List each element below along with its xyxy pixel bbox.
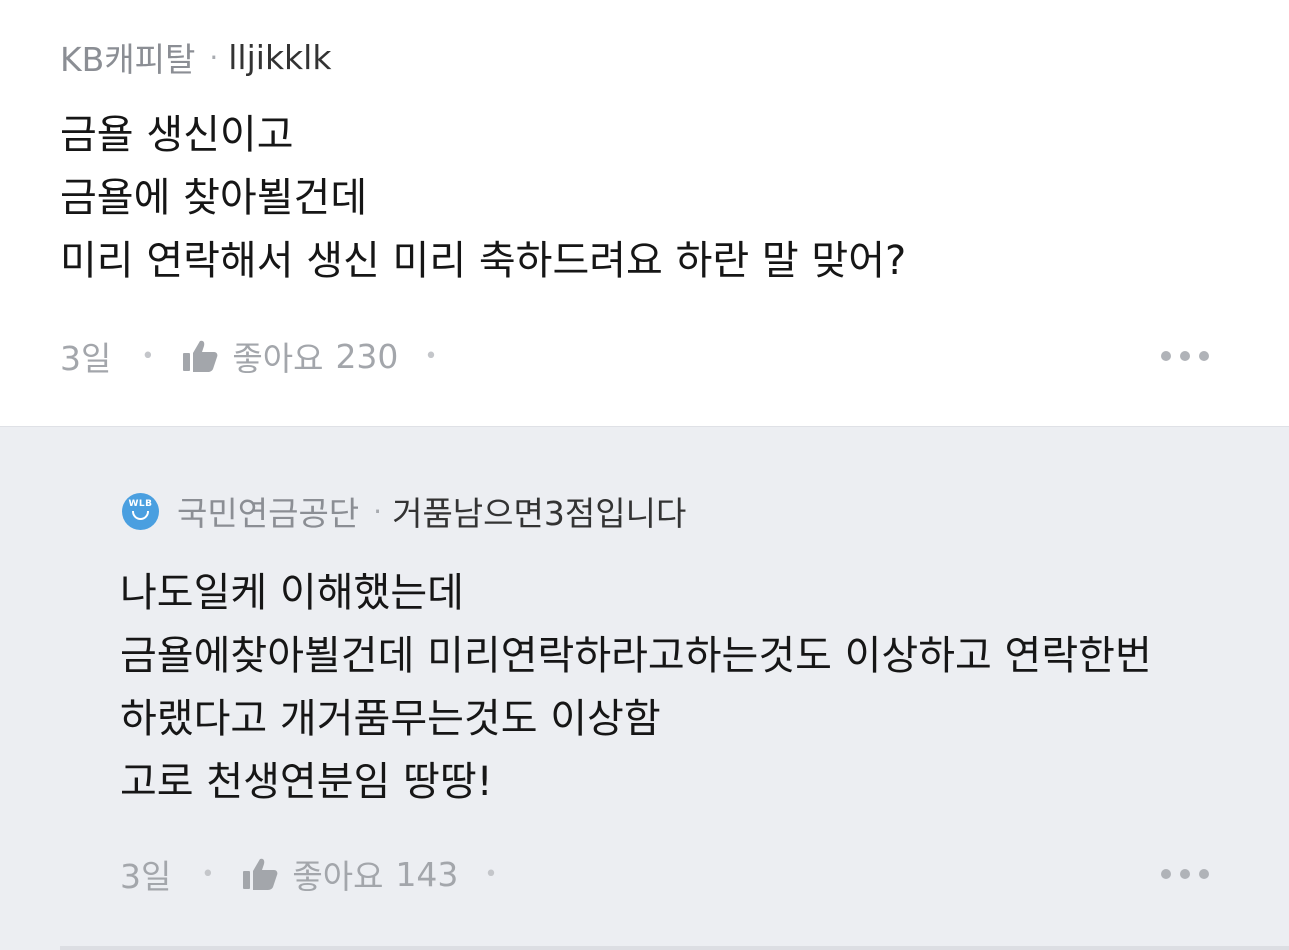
comment-line: 금욜 생신이고 <box>60 112 294 158</box>
footer-separator: • <box>424 343 438 369</box>
footer-separator: • <box>201 861 215 887</box>
avatar-smile <box>132 510 149 520</box>
like-button[interactable]: 좋아요 143 <box>242 850 458 898</box>
footer-separator: • <box>141 343 155 369</box>
reply-line: 고로 천생연분임 땅땅! <box>120 759 493 805</box>
reply-body: 나도일케 이해했는데 금욜에찾아뵐건데 미리연락하라고하는것도 이상하고 연락한… <box>120 562 1152 814</box>
reply-author[interactable]: WLB 국민연금공단 · 거품남으면3점입니다 <box>122 489 686 533</box>
author-nickname[interactable]: lljikklk <box>228 38 331 77</box>
company-avatar-icon: WLB <box>122 492 159 530</box>
meta-separator: · <box>209 40 219 74</box>
comment-body: 금욜 생신이고 금욜에 찾아뵐건데 미리 연락해서 생신 미리 축하드려요 하란… <box>60 104 906 293</box>
more-dot <box>1161 869 1171 879</box>
reply-line: 나도일케 이해했는데 <box>120 570 464 616</box>
like-count: 230 <box>335 336 399 376</box>
reply-time: 3일 <box>120 857 172 896</box>
reply-line: 금욜에찾아뵐건데 미리연락하라고하는것도 이상하고 연락한번 <box>120 633 1152 679</box>
reply-item: WLB 국민연금공단 · 거품남으면3점입니다 나도일케 이해했는데 금욜에찾아… <box>0 426 1289 950</box>
thumbs-up-icon <box>243 858 278 890</box>
comment-author[interactable]: KB캐피탈 · lljikklk <box>60 33 331 81</box>
thumbs-up-icon <box>183 340 218 372</box>
comment-footer: 3일 • 좋아요 230 • <box>60 332 438 380</box>
more-dot <box>1180 869 1190 879</box>
avatar-text: WLB <box>128 498 153 509</box>
more-dot <box>1199 869 1209 879</box>
more-options-icon[interactable] <box>1161 864 1209 884</box>
reply-footer: 3일 • 좋아요 143 • <box>120 850 498 898</box>
author-company[interactable]: 국민연금공단 <box>177 487 359 535</box>
reply-line: 하랬다고 개거품무는것도 이상함 <box>120 696 661 742</box>
like-label: 좋아요 <box>292 857 384 896</box>
more-dot <box>1161 351 1171 361</box>
like-button[interactable]: 좋아요 230 <box>182 332 398 380</box>
divider <box>60 946 1289 950</box>
author-nickname[interactable]: 거품남으면3점입니다 <box>392 487 686 535</box>
footer-separator: • <box>484 861 498 887</box>
comment-item: KB캐피탈 · lljikklk 금욜 생신이고 금욜에 찾아뵐건데 미리 연락… <box>0 0 1289 426</box>
meta-separator: · <box>373 494 383 528</box>
comment-time: 3일 <box>60 339 112 378</box>
more-dot <box>1180 351 1190 361</box>
author-company[interactable]: KB캐피탈 <box>60 33 195 81</box>
like-label: 좋아요 <box>232 339 324 378</box>
comment-line: 금욜에 찾아뵐건데 <box>60 175 368 221</box>
comment-line: 미리 연락해서 생신 미리 축하드려요 하란 말 맞어? <box>60 238 907 284</box>
more-dot <box>1199 351 1209 361</box>
like-count: 143 <box>395 854 459 894</box>
more-options-icon[interactable] <box>1161 346 1209 366</box>
